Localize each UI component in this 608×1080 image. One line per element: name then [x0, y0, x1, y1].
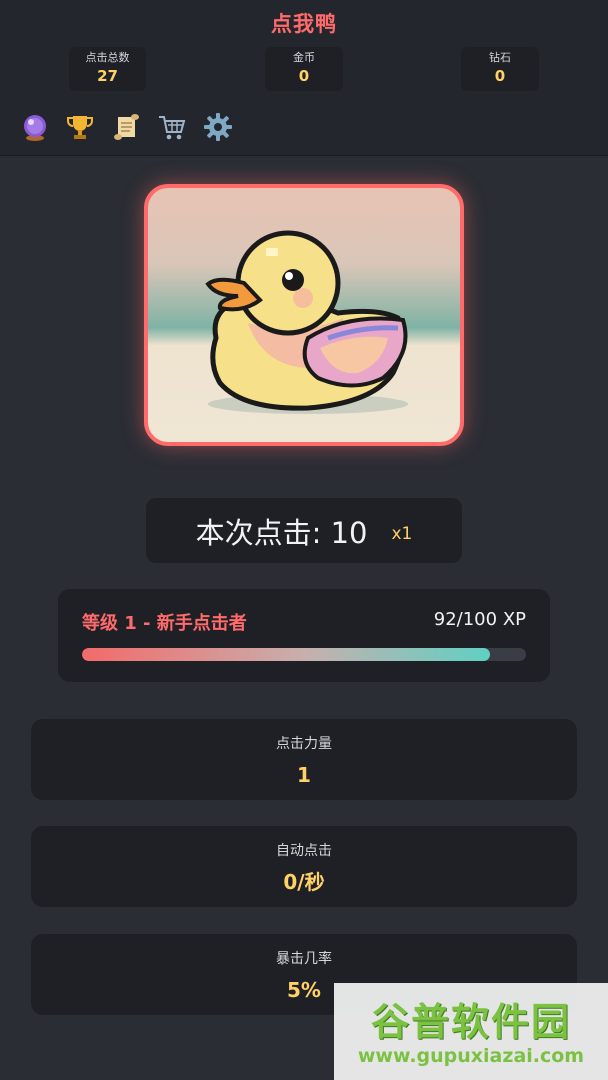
- auto-click-panel: 自动点击 0/秒: [31, 826, 577, 907]
- crystal-ball-icon[interactable]: [18, 110, 52, 144]
- gems-stat: 钻石 0: [461, 47, 539, 91]
- watermark-url: www.gupuxiazai.com: [357, 1045, 585, 1067]
- click-power-label: 点击力量: [276, 736, 332, 752]
- auto-click-value: 0/秒: [283, 870, 325, 894]
- total-clicks-label: 点击总数: [85, 51, 130, 64]
- duck-click-target[interactable]: [144, 184, 464, 446]
- app-title: 点我鸭: [271, 12, 337, 36]
- level-card: 等级 1 - 新手点击者 92/100 XP: [58, 589, 550, 682]
- click-multiplier: x1: [391, 523, 413, 544]
- total-clicks-stat: 点击总数 27: [69, 47, 146, 91]
- duck-image: [205, 230, 408, 414]
- level-xp: 92/100 XP: [433, 609, 526, 630]
- total-clicks-value: 27: [97, 67, 118, 85]
- site-watermark: 谷普软件园 www.gupuxiazai.com: [334, 983, 608, 1080]
- trophy-icon[interactable]: [63, 110, 97, 144]
- coins-label: 金币: [293, 51, 315, 64]
- coins-stat: 金币 0: [265, 47, 343, 91]
- coins-value: 0: [298, 67, 310, 85]
- gear-icon[interactable]: [201, 110, 235, 144]
- shopping-cart-icon[interactable]: [155, 110, 189, 144]
- level-name: 等级 1 - 新手点击者: [82, 613, 247, 634]
- current-clicks-display: 本次点击: 10 x1: [146, 498, 462, 563]
- click-power-panel: 点击力量 1: [31, 719, 577, 800]
- xp-progress-bar: [82, 648, 526, 661]
- gems-label: 钻石: [489, 51, 511, 64]
- auto-click-label: 自动点击: [276, 843, 332, 859]
- top-header: 点我鸭 点击总数 27 金币 0 钻石 0: [0, 0, 608, 156]
- watermark-title: 谷普软件园: [370, 1000, 571, 1044]
- click-power-value: 1: [297, 763, 311, 787]
- xp-progress-fill: [82, 648, 491, 661]
- current-clicks-text: 本次点击: 10: [195, 515, 368, 550]
- gems-value: 0: [494, 67, 506, 85]
- crit-chance-label: 暴击几率: [276, 951, 332, 967]
- scroll-icon[interactable]: [109, 110, 143, 144]
